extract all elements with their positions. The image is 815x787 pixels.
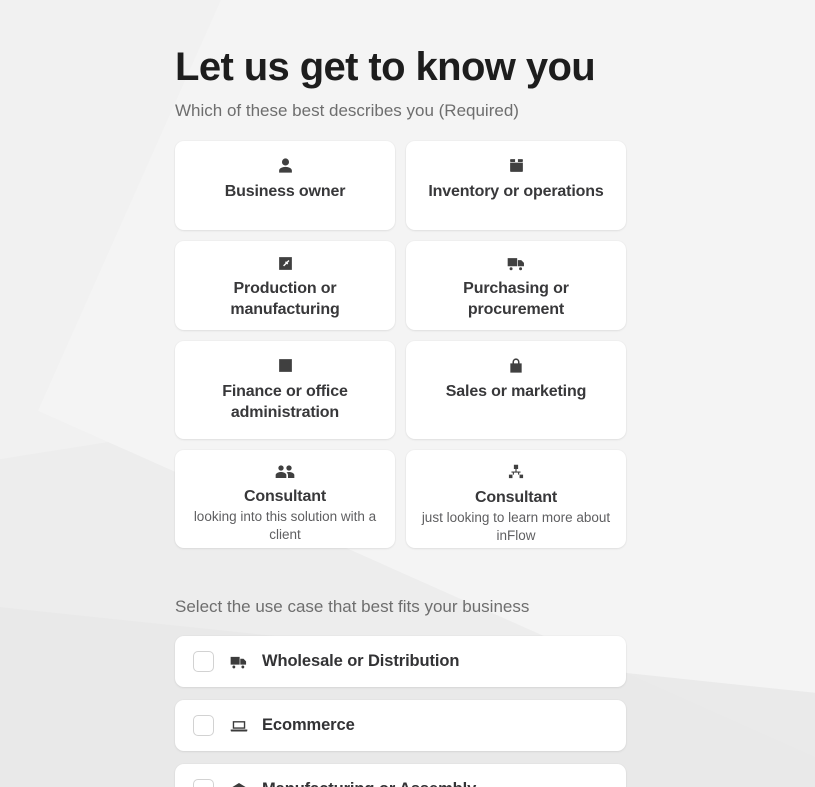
page-subtitle: Which of these best describes you (Requi… bbox=[175, 101, 519, 120]
usecase-row-ecommerce[interactable]: Ecommerce bbox=[175, 700, 626, 751]
role-card-label: Consultant bbox=[474, 489, 558, 506]
toolbox-icon bbox=[277, 255, 294, 272]
usecase-section-label: Select the use case that best fits your … bbox=[175, 597, 530, 616]
usecase-checkbox[interactable] bbox=[193, 715, 214, 736]
usecase-row-manufacturing-or-assembly[interactable]: Manufacturing or Assembly bbox=[175, 764, 626, 787]
role-card-sales-or-marketing[interactable]: Sales or marketing bbox=[406, 341, 626, 439]
box-icon bbox=[508, 155, 525, 175]
role-option-grid: Business owner Inventory or operations P… bbox=[175, 141, 626, 548]
laptop-icon bbox=[230, 717, 248, 735]
page-title: Let us get to know you bbox=[175, 45, 596, 89]
truck-icon bbox=[230, 653, 248, 671]
usecase-checkbox[interactable] bbox=[193, 651, 214, 672]
role-card-sublabel: just looking to learn more about inFlow bbox=[421, 510, 611, 543]
role-card-business-owner[interactable]: Business owner bbox=[175, 141, 395, 230]
usecase-label: Ecommerce bbox=[262, 716, 355, 734]
role-card-label: Purchasing or procurement bbox=[463, 280, 569, 318]
user-icon bbox=[277, 155, 294, 175]
users-icon bbox=[275, 464, 295, 480]
role-card-purchasing-or-procurement[interactable]: Purchasing or procurement bbox=[406, 241, 626, 330]
usecase-label: Manufacturing or Assembly bbox=[262, 780, 476, 787]
role-card-consultant-learn-more[interactable]: Consultant just looking to learn more ab… bbox=[406, 450, 626, 548]
role-card-label: Business owner bbox=[224, 183, 346, 200]
sitemap-icon bbox=[508, 464, 524, 481]
role-card-production-or-manufacturing[interactable]: Production or manufacturing bbox=[175, 241, 395, 330]
role-card-label: Finance or office administration bbox=[222, 383, 348, 421]
role-card-inventory-or-operations[interactable]: Inventory or operations bbox=[406, 141, 626, 230]
role-card-label: Inventory or operations bbox=[428, 183, 604, 200]
truck-icon bbox=[507, 255, 526, 272]
basket-icon bbox=[508, 355, 524, 375]
onboarding-page: Let us get to know you Which of these be… bbox=[0, 0, 815, 787]
role-card-consultant-with-client[interactable]: Consultant looking into this solution wi… bbox=[175, 450, 395, 548]
content-column: Let us get to know you Which of these be… bbox=[175, 0, 626, 787]
role-card-finance-or-office-administration[interactable]: Finance or office administration bbox=[175, 341, 395, 439]
factory-icon bbox=[230, 781, 248, 787]
role-card-label: Sales or marketing bbox=[445, 383, 587, 400]
role-card-sublabel: looking into this solution with a client bbox=[193, 509, 377, 542]
usecase-list: Wholesale or Distribution Ecommerce Manu… bbox=[175, 636, 626, 787]
bar-chart-icon bbox=[277, 355, 294, 375]
role-card-label: Consultant bbox=[243, 488, 327, 505]
usecase-row-wholesale-or-distribution[interactable]: Wholesale or Distribution bbox=[175, 636, 626, 687]
role-card-label: Production or manufacturing bbox=[230, 280, 340, 318]
usecase-checkbox[interactable] bbox=[193, 779, 214, 787]
usecase-label: Wholesale or Distribution bbox=[262, 652, 460, 670]
